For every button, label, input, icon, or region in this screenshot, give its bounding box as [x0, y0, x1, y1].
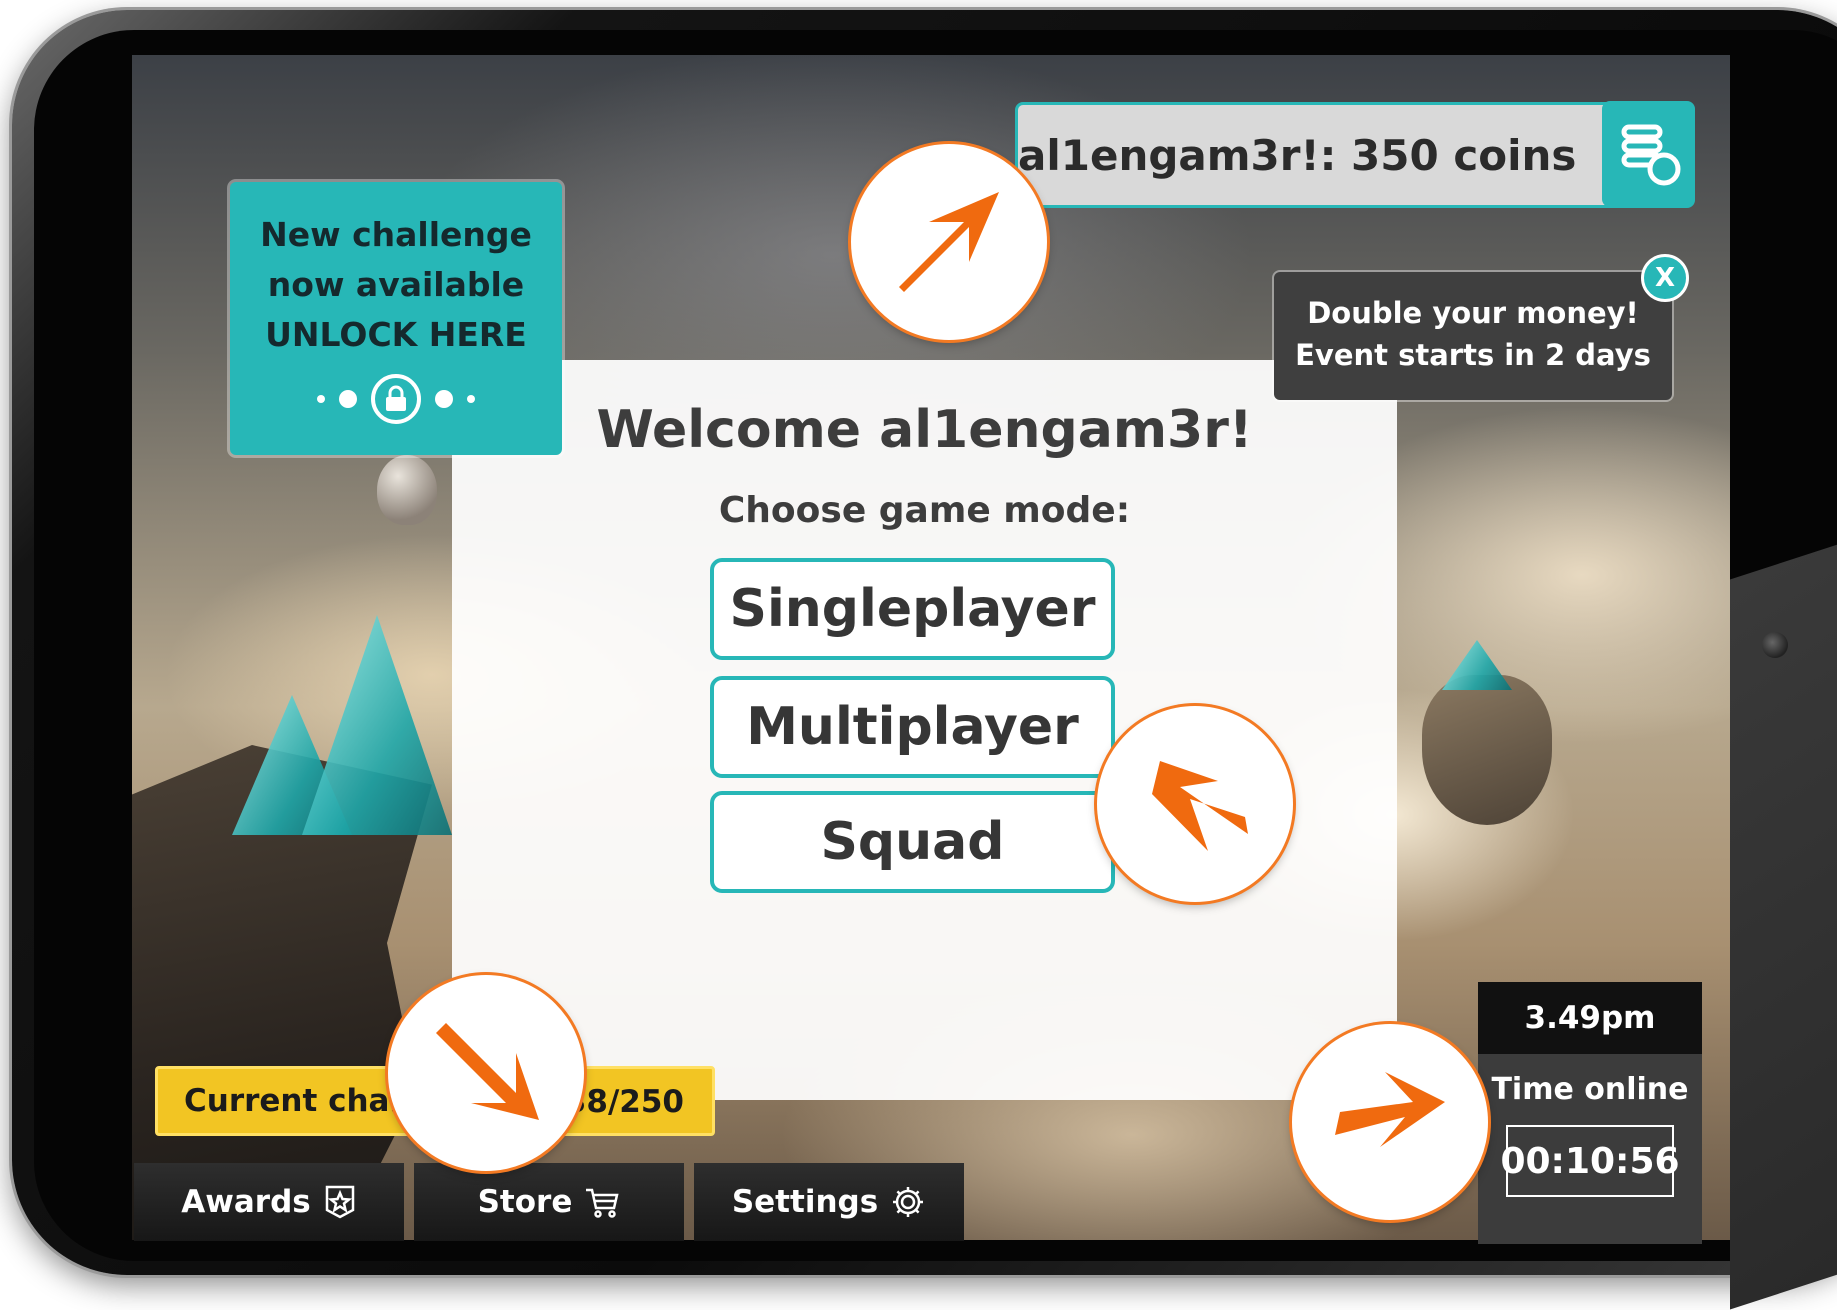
background-crystal [302, 615, 452, 835]
singleplayer-button[interactable]: Singleplayer [710, 558, 1115, 660]
clock-panel: 3.49pm Time online 00:10:56 [1478, 982, 1702, 1244]
shopping-cart-icon [586, 1188, 619, 1218]
settings-label: Settings [731, 1184, 879, 1220]
challenge-line-3: UNLOCK HERE [265, 315, 527, 354]
choose-mode-label: Choose game mode: [718, 490, 1131, 531]
awards-label: Awards [181, 1184, 311, 1220]
challenge-line-2: now available [267, 265, 525, 304]
camera-lens [1762, 632, 1788, 658]
award-star-icon [325, 1185, 354, 1219]
pager-dot [339, 390, 357, 408]
gear-icon [893, 1187, 924, 1217]
background-balloon [377, 455, 437, 525]
pager-dot [467, 395, 475, 403]
time-online-value: 00:10:56 [1500, 1125, 1680, 1197]
welcome-title: Welcome al1engam3r! [596, 400, 1253, 460]
highlight-arrow-up-right-icon [851, 144, 1047, 340]
store-button[interactable]: Store [414, 1163, 684, 1241]
settings-button[interactable]: Settings [694, 1163, 964, 1241]
new-challenge-card[interactable]: New challenge now available UNLOCK HERE [230, 182, 562, 455]
tablet-side-shade [1730, 540, 1837, 1310]
challenge-pager [230, 374, 562, 424]
squad-button[interactable]: Squad [710, 791, 1115, 893]
challenge-line-1: New challenge [260, 215, 532, 254]
coins-balance: al1engam3r!: 350 coins [1015, 100, 1695, 208]
coins-text: al1engam3r!: 350 coins [1018, 130, 1577, 180]
event-line-1: Double your money! [1307, 296, 1639, 330]
event-line-2: Event starts in 2 days [1295, 338, 1651, 372]
highlight-arrow-right-icon [1292, 1024, 1488, 1220]
coins-stack-icon[interactable] [1602, 100, 1695, 207]
highlight-arrow-down-right-icon [388, 975, 584, 1171]
pager-dot [317, 395, 325, 403]
highlight-arrow-up-left-icon [1097, 706, 1293, 902]
current-challenge-progress: 38/250 [564, 1084, 684, 1120]
current-time: 3.49pm [1478, 982, 1702, 1054]
store-label: Store [477, 1184, 573, 1220]
time-online-label: Time online [1491, 1072, 1689, 1107]
background-crystal [1442, 640, 1512, 690]
pager-dot [435, 390, 453, 408]
challenge-card-text: New challenge now available UNLOCK HERE [230, 210, 562, 360]
event-banner: Double your money! Event starts in 2 day… [1274, 272, 1672, 400]
background-floating-island [1422, 675, 1552, 825]
multiplayer-button[interactable]: Multiplayer [710, 676, 1115, 778]
event-close-button[interactable]: X [1641, 254, 1689, 302]
lock-icon[interactable] [371, 374, 421, 424]
awards-button[interactable]: Awards [134, 1163, 404, 1241]
bottom-nav: Awards Store Settings [134, 1163, 964, 1241]
